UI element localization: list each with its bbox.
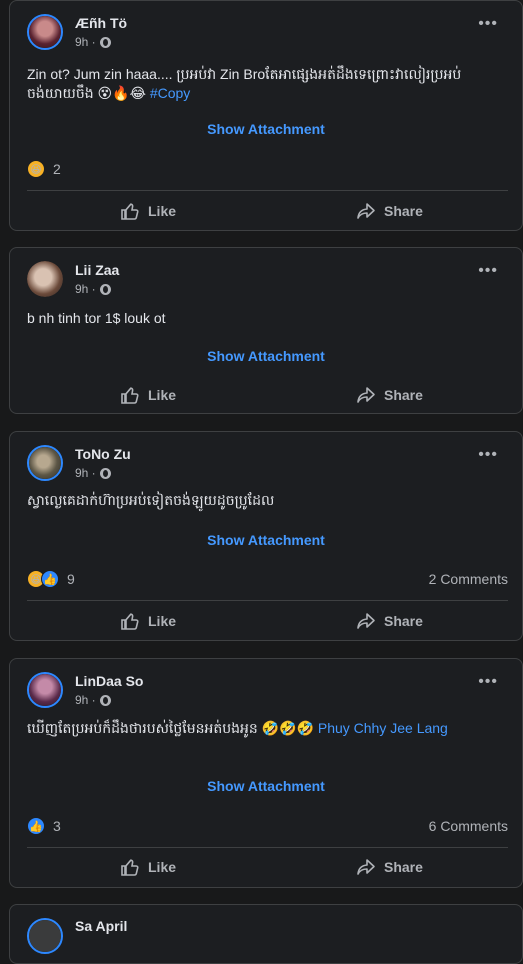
share-label: Share [384, 613, 423, 629]
post-time[interactable]: 9h · [75, 693, 96, 707]
hashtag-link[interactable]: #Copy [150, 85, 190, 101]
reaction-summary[interactable]: 😆 2 [27, 160, 61, 178]
more-options-icon[interactable]: ••• [478, 674, 498, 690]
more-options-icon[interactable]: ••• [478, 263, 498, 279]
post-card: Sa April [9, 904, 523, 964]
comments-count[interactable]: 2 Comments [429, 571, 508, 587]
post-text: ឃើញតែប្រអប់ក៏ដឹងថារបស់ថ្លៃមែនអត់បងអូន 🤣🤣… [27, 719, 498, 738]
divider [27, 847, 508, 848]
like-button[interactable]: Like [120, 611, 176, 631]
avatar[interactable] [27, 14, 63, 50]
post-meta: 9h · [75, 35, 111, 49]
reaction-summary[interactable]: 👍 3 [27, 817, 61, 835]
divider [27, 190, 508, 191]
reaction-summary[interactable]: 😆 👍 9 [27, 570, 75, 588]
post-card: ToNo Zu 9h · ••• ស្វាលេ្ងគេដាក់ហ៊ាប្រអប់… [9, 431, 523, 641]
thumbs-up-icon [121, 613, 139, 630]
share-arrow-icon [357, 387, 375, 403]
share-arrow-icon [357, 203, 375, 219]
post-body: Zin ot? Jum zin haaa.... ប្រអប់វា Zin Br… [27, 66, 462, 101]
globe-icon [99, 283, 111, 295]
post-body: b nh tinh tor 1$ louk ot [27, 310, 166, 326]
post-text: ស្វាលេ្ងគេដាក់ហ៊ាប្រអប់ទៀតចង់ឡូយដូចប្រូដ… [27, 491, 498, 510]
author-name[interactable]: Lii Zaa [75, 262, 119, 278]
share-label: Share [384, 203, 423, 219]
post-time[interactable]: 9h · [75, 35, 96, 49]
author-name[interactable]: Æñh Tö [75, 15, 127, 31]
thumbs-up-icon [121, 203, 139, 220]
more-options-icon[interactable]: ••• [478, 16, 498, 32]
author-name[interactable]: ToNo Zu [75, 446, 131, 462]
reaction-count: 3 [53, 818, 61, 834]
post-card: LinDaa So 9h · ••• ឃើញតែប្រអប់ក៏ដឹងថារបស… [9, 658, 523, 888]
share-button[interactable]: Share [356, 385, 423, 405]
post-card: Lii Zaa 9h · ••• b nh tinh tor 1$ louk o… [9, 247, 523, 414]
reaction-count: 2 [53, 161, 61, 177]
post-card: Æñh Tö 9h · ••• Zin ot? Jum zin haaa....… [9, 0, 523, 231]
post-time[interactable]: 9h · [75, 282, 96, 296]
avatar[interactable] [27, 672, 63, 708]
show-attachment-button[interactable]: Show Attachment [10, 348, 522, 364]
thumbs-up-icon [121, 859, 139, 876]
avatar[interactable] [27, 261, 63, 297]
divider [27, 600, 508, 601]
share-arrow-icon [357, 613, 375, 629]
like-label: Like [148, 387, 177, 403]
avatar[interactable] [27, 918, 63, 954]
reaction-count: 9 [67, 571, 75, 587]
show-attachment-button[interactable]: Show Attachment [10, 778, 522, 794]
avatar[interactable] [27, 445, 63, 481]
post-time[interactable]: 9h · [75, 466, 96, 480]
author-name[interactable]: LinDaa So [75, 673, 143, 689]
post-meta: 9h · [75, 466, 111, 480]
like-button[interactable]: Like [120, 201, 176, 221]
post-text: Zin ot? Jum zin haaa.... ប្រអប់វា Zin Br… [27, 65, 498, 103]
share-button[interactable]: Share [356, 201, 423, 221]
like-label: Like [148, 613, 177, 629]
like-label: Like [148, 203, 177, 219]
like-button[interactable]: Like [120, 857, 176, 877]
like-reaction-icon: 👍 [27, 817, 45, 835]
comments-count[interactable]: 6 Comments [429, 818, 508, 834]
share-label: Share [384, 387, 423, 403]
post-body: ឃើញតែប្រអប់ក៏ដឹងថារបស់ថ្លៃមែនអត់បងអូន 🤣🤣… [27, 720, 314, 736]
author-name[interactable]: Sa April [75, 918, 127, 934]
share-label: Share [384, 859, 423, 875]
thumbs-up-icon [121, 387, 139, 404]
tagged-user-link[interactable]: Phuy Chhy Jee Lang [318, 720, 448, 736]
post-body: ស្វាលេ្ងគេដាក់ហ៊ាប្រអប់ទៀតចង់ឡូយដូចប្រូដ… [27, 492, 275, 508]
globe-icon [99, 467, 111, 479]
globe-icon [99, 36, 111, 48]
post-meta: 9h · [75, 693, 111, 707]
show-attachment-button[interactable]: Show Attachment [10, 532, 522, 548]
like-button[interactable]: Like [120, 385, 176, 405]
show-attachment-button[interactable]: Show Attachment [10, 121, 522, 137]
haha-reaction-icon: 😆 [27, 160, 45, 178]
post-meta: 9h · [75, 282, 111, 296]
globe-icon [99, 694, 111, 706]
more-options-icon[interactable]: ••• [478, 447, 498, 463]
share-arrow-icon [357, 859, 375, 875]
like-label: Like [148, 859, 177, 875]
like-reaction-icon: 👍 [41, 570, 59, 588]
share-button[interactable]: Share [356, 611, 423, 631]
share-button[interactable]: Share [356, 857, 423, 877]
post-text: b nh tinh tor 1$ louk ot [27, 309, 498, 328]
